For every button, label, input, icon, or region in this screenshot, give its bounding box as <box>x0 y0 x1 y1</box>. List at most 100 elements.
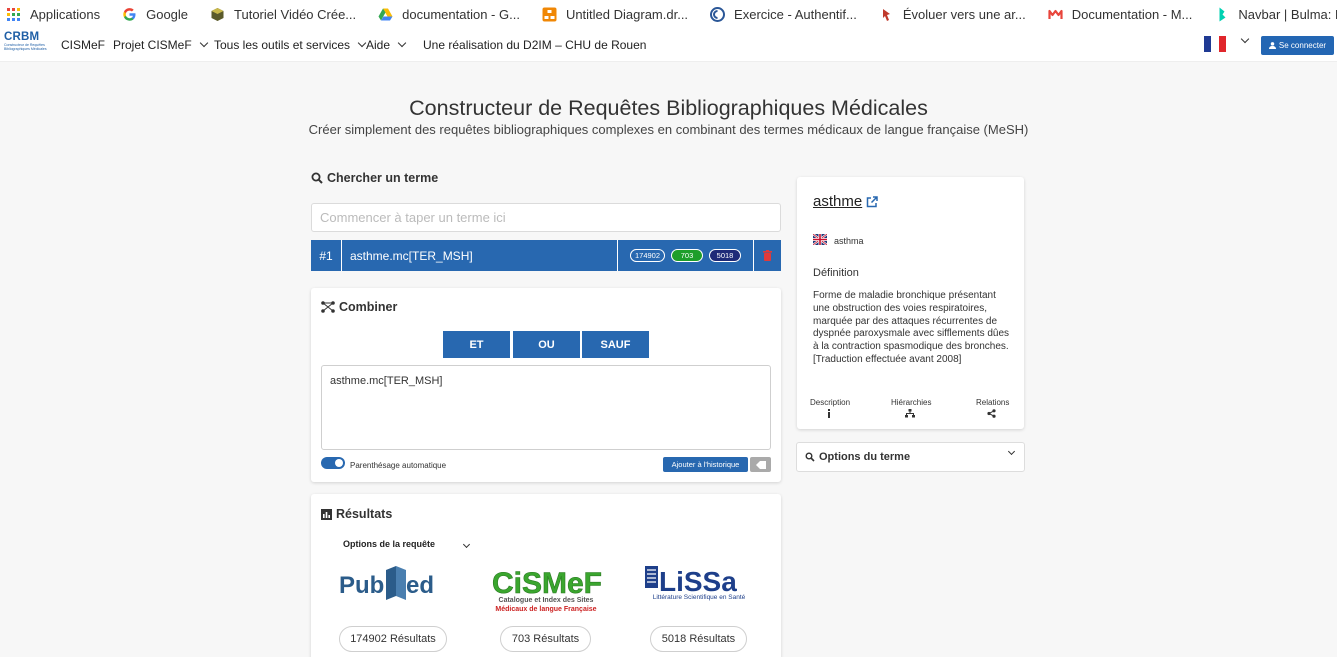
bookmark-label: Évoluer vers une ar... <box>902 6 1026 22</box>
bookmark-tutoriel[interactable]: Tutoriel Vidéo Crée... <box>210 0 356 28</box>
term-badges: 174902 703 5018 <box>618 240 754 271</box>
svg-text:ed: ed <box>406 572 434 599</box>
bookmark-documentation-drive[interactable]: documentation - G... <box>378 0 520 28</box>
auto-parentheses-toggle[interactable] <box>321 457 345 469</box>
bookmarks-bar: Applications Google Tutoriel Vidéo Crée.… <box>0 0 1337 28</box>
top-navbar: CRBM Constructeur de Requêtes Bibliograp… <box>0 28 1337 62</box>
query-options-dropdown[interactable]: Options de la requête <box>343 539 470 549</box>
bookmark-label: Google <box>146 6 189 22</box>
diagram-icon <box>542 7 557 21</box>
sauf-button[interactable]: SAUF <box>582 331 649 358</box>
logo-text: CRBM <box>4 31 40 43</box>
user-icon <box>1268 42 1276 49</box>
bookmark-evoluer[interactable]: Évoluer vers une ar... <box>879 0 1026 28</box>
nav-cismef[interactable]: CISMeF <box>61 28 105 62</box>
delete-term-button[interactable] <box>754 240 781 271</box>
bookmark-untitled-diagram[interactable]: Untitled Diagram.dr... <box>542 0 688 28</box>
page-title: Constructeur de Requêtes Bibliographique… <box>409 96 928 120</box>
nav-outils-services[interactable]: Tous les outils et services <box>214 28 367 62</box>
login-label: Se connecter <box>1278 41 1327 50</box>
pubmed-count-badge: 174902 <box>629 249 666 262</box>
chevron-down-icon <box>397 38 407 48</box>
bookmark-label: Navbar | Bulma: Fre... <box>1238 6 1337 22</box>
term-options-label: Options du terme <box>819 451 911 463</box>
lissa-results-button[interactable]: 5018 Résultats <box>650 626 747 652</box>
bar-chart-icon <box>321 508 332 520</box>
search-icon <box>805 452 815 462</box>
share-icon[interactable] <box>987 409 996 418</box>
search-icon <box>311 172 323 184</box>
et-button[interactable]: ET <box>443 331 510 358</box>
lissa-logo[interactable]: LiSSa Littérature Scientifique en Santé <box>643 562 755 606</box>
login-button[interactable]: Se connecter <box>1261 36 1334 55</box>
pin-icon <box>882 8 890 21</box>
english-term: asthma <box>834 236 864 246</box>
term-title[interactable]: asthme <box>813 193 878 210</box>
svg-text:Pub: Pub <box>339 572 384 599</box>
clear-query-button[interactable] <box>750 457 771 472</box>
term-title-label: asthme <box>813 193 863 210</box>
trash-icon <box>763 250 772 261</box>
term-options-dropdown[interactable]: Options du terme <box>796 442 1025 472</box>
google-icon <box>123 7 136 21</box>
bookmark-label: Applications <box>30 6 101 22</box>
bookmark-bulma[interactable]: Navbar | Bulma: Fre... <box>1214 0 1337 28</box>
eraser-icon <box>755 460 766 469</box>
pubmed-logo[interactable]: Pub ed <box>338 562 450 606</box>
auto-parentheses-label: Parenthésage automatique <box>350 461 447 470</box>
definition-label: Définition <box>813 267 859 279</box>
chevron-down-icon <box>1007 447 1016 456</box>
nav-label: Une réalisation du D2IM – CHU de Rouen <box>423 38 647 52</box>
nav-realisation[interactable]: Une réalisation du D2IM – CHU de Rouen <box>423 28 646 62</box>
nav-label: Tous les outils et services <box>214 38 351 52</box>
drive-icon <box>378 8 393 20</box>
cismef-logo[interactable]: CiSMeF Catalogue et Index des Sites Médi… <box>490 562 602 616</box>
svg-text:Médicaux de langue Française: Médicaux de langue Française <box>495 606 596 613</box>
query-options-label: Options de la requête <box>343 539 436 549</box>
crbm-logo[interactable]: CRBM Constructeur de Requêtes Bibliograp… <box>4 31 50 59</box>
chevron-down-icon <box>462 540 470 549</box>
bulma-icon <box>1219 7 1226 21</box>
bookmark-exercice[interactable]: Exercice - Authentif... <box>710 0 857 28</box>
results-heading-label: Résultats <box>336 507 393 521</box>
m-icon <box>1048 9 1063 19</box>
edge-icon <box>710 6 726 22</box>
apps-grid-icon <box>7 7 20 21</box>
cismef-results-button[interactable]: 703 Résultats <box>500 626 591 652</box>
sitemap-icon[interactable] <box>905 409 915 418</box>
combine-heading: Combiner <box>321 300 397 314</box>
add-to-history-button[interactable]: Ajouter à l'historique <box>663 457 748 472</box>
svg-text:Catalogue et Index des Sites: Catalogue et Index des Sites <box>499 597 594 604</box>
french-flag-icon[interactable] <box>1204 36 1226 52</box>
nav-label: Projet CISMeF <box>113 38 192 52</box>
combine-heading-label: Combiner <box>339 300 398 314</box>
bookmark-label: Documentation - M... <box>1071 6 1193 22</box>
tab-hierarchies[interactable]: Hiérarchies <box>891 398 931 407</box>
query-textarea[interactable]: asthme.mc[TER_MSH] <box>321 365 771 450</box>
lissa-count-badge: 5018 <box>709 249 742 262</box>
term-number: #1 <box>311 240 342 271</box>
nav-label: CISMeF <box>61 38 106 52</box>
nav-label: Aide <box>366 38 391 52</box>
bookmark-applications[interactable]: Applications <box>6 0 100 28</box>
search-input[interactable] <box>311 203 781 232</box>
tab-relations[interactable]: Relations <box>976 398 1009 407</box>
bookmark-label: Exercice - Authentif... <box>734 6 857 22</box>
selected-term-row[interactable]: #1 asthme.mc[TER_MSH] 174902 703 5018 <box>311 240 781 271</box>
cismef-count-badge: 703 <box>671 249 704 262</box>
tab-description[interactable]: Description <box>810 398 850 407</box>
ou-button[interactable]: OU <box>513 331 580 358</box>
bookmark-label: Tutoriel Vidéo Crée... <box>234 6 357 22</box>
search-heading-label: Chercher un terme <box>327 171 439 185</box>
nav-aide[interactable]: Aide <box>366 28 407 62</box>
bookmark-label: Untitled Diagram.dr... <box>565 6 689 22</box>
bookmark-documentation-m[interactable]: Documentation - M... <box>1048 0 1193 28</box>
bookmark-google[interactable]: Google <box>122 0 188 28</box>
pubmed-results-button[interactable]: 174902 Résultats <box>339 626 447 652</box>
page-subtitle: Créer simplement des requêtes bibliograp… <box>308 122 1029 137</box>
nav-projet-cismef[interactable]: Projet CISMeF <box>113 28 208 62</box>
svg-text:Littérature Scientifique en Sa: Littérature Scientifique en Santé <box>653 594 746 601</box>
uk-flag-icon <box>813 234 827 245</box>
info-icon[interactable] <box>827 409 831 418</box>
term-query: asthme.mc[TER_MSH] <box>342 240 618 271</box>
